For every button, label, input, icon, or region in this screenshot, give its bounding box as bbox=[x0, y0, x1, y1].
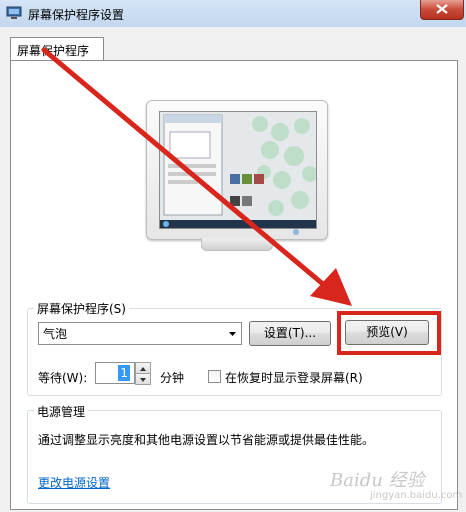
monitor-stand bbox=[201, 238, 273, 251]
power-group-label: 电源管理 bbox=[34, 403, 89, 420]
power-description: 通过调整显示亮度和其他电源设置以节省能源或提供最佳性能。 bbox=[38, 433, 375, 447]
minutes-unit-label: 分钟 bbox=[160, 371, 185, 385]
preview-screen bbox=[159, 111, 317, 229]
chevron-down-icon[interactable] bbox=[224, 323, 241, 344]
watermark-subtext: jingyan.baidu.com bbox=[370, 490, 463, 501]
window-title: 屏幕保护程序设置 bbox=[28, 8, 125, 22]
close-icon bbox=[436, 4, 448, 14]
monitor-app-icon bbox=[6, 6, 22, 20]
resume-login-checkbox[interactable] bbox=[208, 370, 221, 383]
change-power-settings-link[interactable]: 更改电源设置 bbox=[38, 474, 110, 491]
baidu-watermark: Baidu 经验 jingyan.baidu.com bbox=[330, 466, 462, 506]
tab-strip: 屏幕保护程序 bbox=[0, 27, 466, 62]
screensaver-select-value: 气泡 bbox=[43, 327, 68, 341]
wait-minutes-stepper[interactable]: 1 bbox=[95, 362, 151, 385]
screensaver-select[interactable]: 气泡 bbox=[38, 322, 242, 345]
title-bar[interactable]: 屏幕保护程序设置 bbox=[0, 0, 466, 28]
screensaver-group-label: 屏幕保护程序(S) bbox=[34, 300, 129, 317]
preview-highlight-box bbox=[337, 311, 441, 355]
close-button[interactable] bbox=[420, 0, 464, 20]
watermark-text: Baidu 经验 bbox=[330, 470, 425, 491]
spin-buttons bbox=[135, 362, 151, 385]
preview-monitor bbox=[146, 100, 328, 251]
wait-label: 等待(W): bbox=[38, 371, 88, 385]
resume-login-label[interactable]: 在恢复时显示登录屏幕(R) bbox=[225, 369, 363, 386]
tab-screensaver-label: 屏幕保护程序 bbox=[17, 44, 90, 58]
tab-screensaver[interactable]: 屏幕保护程序 bbox=[10, 37, 104, 62]
spin-down-button[interactable] bbox=[135, 373, 151, 385]
power-led bbox=[293, 229, 299, 235]
monitor-bezel bbox=[146, 100, 328, 240]
chevron-down-icon bbox=[140, 378, 146, 382]
desktop-preview-image bbox=[160, 112, 316, 228]
screensaver-settings-window: 屏幕保护程序设置 屏幕保护程序 屏幕保护程序(S) 气泡 设置(T)... 预览… bbox=[0, 0, 466, 512]
wait-minutes-input[interactable]: 1 bbox=[95, 362, 135, 384]
settings-button[interactable]: 设置(T)... bbox=[249, 321, 331, 346]
wait-minutes-value: 1 bbox=[118, 365, 130, 381]
